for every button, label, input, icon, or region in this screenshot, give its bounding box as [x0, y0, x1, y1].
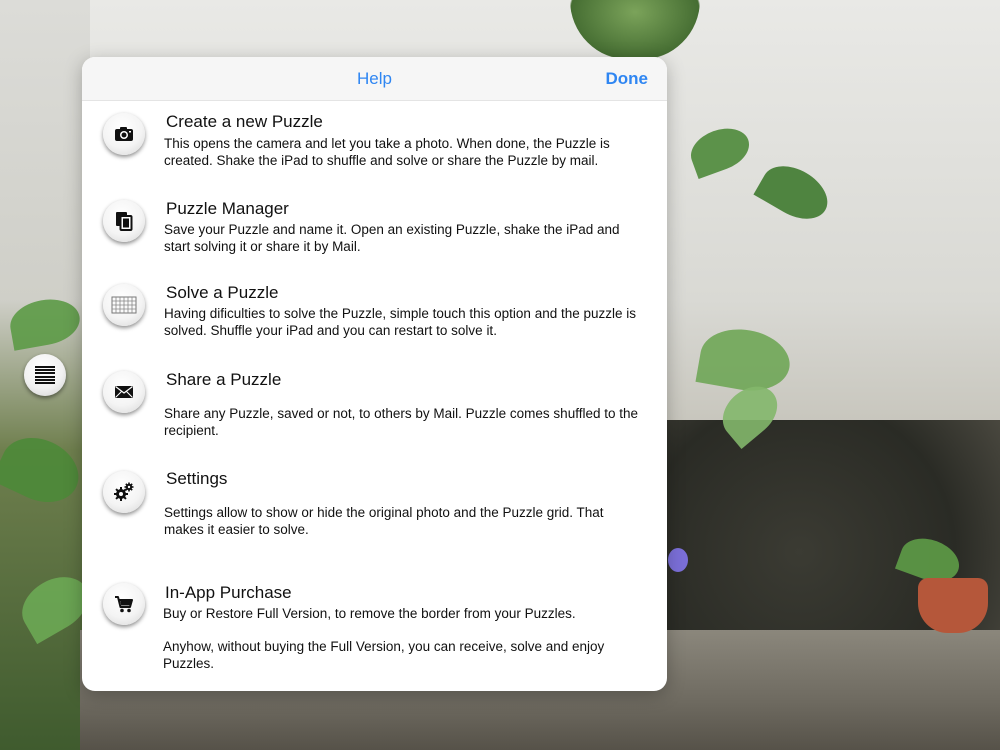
settings-button[interactable]: [103, 471, 145, 513]
item-title: Solve a Puzzle: [166, 283, 279, 302]
item-title: In-App Purchase: [165, 583, 292, 602]
solve-puzzle-button[interactable]: [103, 284, 145, 326]
item-description: Share any Puzzle, saved or not, to other…: [164, 406, 639, 438]
item-description: Settings allow to show or hide the origi…: [164, 505, 604, 537]
background-flower-pot: [918, 578, 988, 633]
help-header: Help Done: [82, 57, 667, 101]
item-description: Having dificulties to solve the Puzzle, …: [164, 306, 637, 338]
gears-icon: [113, 482, 135, 502]
create-puzzle-button[interactable]: [103, 113, 145, 155]
help-title: Help: [357, 69, 392, 88]
share-puzzle-button[interactable]: [103, 371, 145, 413]
menu-button[interactable]: [24, 354, 66, 396]
item-title: Create a new Puzzle: [166, 112, 323, 131]
envelope-icon: [114, 385, 134, 399]
done-button[interactable]: Done: [606, 69, 649, 89]
shopping-cart-icon: [114, 595, 134, 613]
item-title: Share a Puzzle: [166, 370, 282, 389]
help-panel: Help Done Create a new Puzzle This opens…: [82, 57, 667, 691]
menu-lines-icon: [35, 366, 55, 384]
item-title: Settings: [166, 469, 228, 488]
camera-icon: [114, 126, 134, 142]
puzzle-grid-icon: [111, 296, 137, 314]
in-app-purchase-button[interactable]: [103, 583, 145, 625]
item-description: Buy or Restore Full Version, to remove t…: [163, 606, 576, 621]
item-description: This opens the camera and let you take a…: [164, 136, 610, 168]
puzzle-manager-button[interactable]: [103, 200, 145, 242]
item-description-extra: Anyhow, without buying the Full Version,…: [163, 639, 605, 671]
item-title: Puzzle Manager: [166, 199, 289, 218]
copy-documents-icon: [115, 211, 133, 231]
item-description: Save your Puzzle and name it. Open an ex…: [164, 222, 620, 254]
background-flower: [668, 548, 688, 572]
